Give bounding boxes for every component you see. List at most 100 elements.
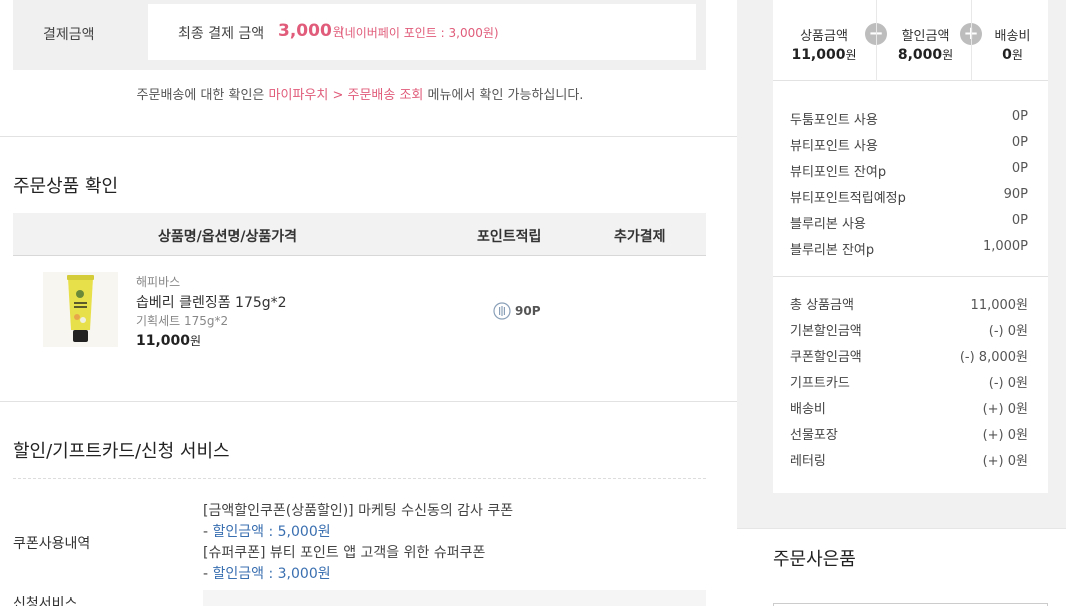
payment-amount-box: 최종 결제 금액 3,000원 (네이버페이 포인트 : 3,000원) (148, 4, 696, 60)
amount-value: 11,000원 (970, 298, 1028, 313)
points-value: 1,000P (982, 239, 1028, 254)
col-header-points: 포인트적립 (477, 229, 542, 245)
order-payment-page: 결제금액 최종 결제 금액 3,000원 (네이버페이 포인트 : 3,000원… (0, 0, 1066, 606)
amount-label: 쿠폰할인금액 (790, 350, 862, 365)
coupon-amount: - 할인금액 : 3,000원 (203, 563, 331, 583)
summary-value: 0원 (985, 46, 1040, 63)
summary-separator (971, 0, 972, 81)
coupon-amount-prefix: - (203, 524, 213, 540)
amount-row: 기본할인금액 (-) 0원 (790, 320, 1028, 340)
product-brand: 해피바스 (136, 275, 181, 289)
amount-value: (-) 8,000원 (959, 350, 1028, 365)
main-column: 결제금액 최종 결제 금액 3,000원 (네이버페이 포인트 : 3,000원… (0, 0, 737, 606)
amount-row: 선물포장 (+) 0원 (790, 424, 1028, 444)
apply-service-strip (203, 590, 706, 606)
order-tracking-link[interactable]: 마이파우치 > 주문배송 조회 (269, 88, 424, 103)
naverpay-point-note: (네이버페이 포인트 : 3,000원) (340, 26, 499, 40)
points-row: 뷰티포인트 잔여p 0P (790, 161, 1028, 181)
amount-row: 쿠폰할인금액 (-) 8,000원 (790, 346, 1028, 366)
points-label: 블루리본 사용 (790, 217, 866, 232)
amount-row: 기프트카드 (-) 0원 (790, 372, 1028, 392)
coupon-amount: - 할인금액 : 5,000원 (203, 521, 331, 541)
amount-value: (-) 0원 (988, 376, 1028, 391)
points-label: 블루리본 잔여p (790, 243, 875, 258)
col-header-product: 상품명/옵션명/상품가격 (158, 229, 298, 245)
points-row: 두툼포인트 사용 0P (790, 109, 1028, 129)
final-payment-amount: 3,000원 (278, 21, 344, 41)
points-label: 뷰티포인트 잔여p (790, 165, 887, 180)
summary-number: 11,000 (791, 47, 846, 63)
amount-row: 배송비 (+) 0원 (790, 398, 1028, 418)
points-row: 뷰티포인트 사용 0P (790, 135, 1028, 155)
points-value: 0P (1011, 213, 1028, 228)
cleansing-foam-tube-image[interactable] (43, 272, 118, 347)
amount-value: (+) 0원 (982, 454, 1028, 469)
gift-section-title: 주문사은품 (773, 549, 856, 570)
final-payment-value: 3,000 (278, 21, 332, 41)
gift-section: 주문사은품 (737, 528, 1066, 606)
delivery-notice: 주문배송에 대한 확인은 마이파우치 > 주문배송 조회 메뉴에서 확인 가능하… (0, 84, 720, 103)
summary-label: 할인금액 (901, 29, 950, 44)
section-divider (0, 136, 737, 137)
points-value: 0P (1011, 135, 1028, 150)
summary-separator (876, 0, 877, 81)
amount-value: (+) 0원 (982, 428, 1028, 443)
summary-value: 8,000원 (888, 46, 963, 63)
coupon-amount-prefix: - (203, 566, 213, 582)
final-payment-label: 최종 결제 금액 (178, 26, 265, 42)
apply-service-label: 신청서비스 (13, 596, 78, 606)
amount-label: 기프트카드 (790, 376, 850, 391)
coupon-name: [슈퍼쿠폰] 뷰티 포인트 앱 고객을 위한 슈퍼쿠폰 (203, 545, 486, 561)
payment-amount-row: 결제금액 최종 결제 금액 3,000원 (네이버페이 포인트 : 3,000원… (13, 0, 706, 70)
won-unit: 원 (942, 48, 954, 62)
summary-product-amount: 상품금액 11,000원 (783, 25, 865, 63)
point-coin-icon (493, 302, 511, 320)
summary-divider (773, 276, 1048, 277)
summary-number: 8,000 (897, 47, 943, 63)
points-label: 뷰티포인트 사용 (790, 139, 878, 154)
section-divider (0, 401, 737, 402)
summary-shipping-fee: 배송비 0원 (985, 25, 1040, 63)
product-point: 90P (493, 302, 541, 320)
amount-label: 총 상품금액 (790, 298, 854, 313)
summary-label: 배송비 (994, 29, 1031, 44)
coupon-amount-value: 할인금액 : 5,000원 (212, 524, 331, 540)
amount-label: 기본할인금액 (790, 324, 862, 339)
points-row: 블루리본 사용 0P (790, 213, 1028, 233)
amount-label: 선물포장 (790, 428, 838, 443)
points-label: 뷰티포인트적립예정p (790, 191, 906, 206)
notice-text-before: 주문배송에 대한 확인은 (136, 88, 269, 103)
summary-value: 11,000원 (783, 46, 865, 63)
amount-value: (+) 0원 (982, 402, 1028, 417)
amount-label: 레터링 (790, 454, 826, 469)
coupon-amount-value: 할인금액 : 3,000원 (212, 566, 331, 582)
summary-card: 상품금액 11,000원 − 할인금액 8,000원 + 배송비 0원 두툼포인… (773, 0, 1048, 493)
amount-row: 레터링 (+) 0원 (790, 450, 1028, 470)
product-point-value: 90P (515, 304, 541, 318)
points-row: 뷰티포인트적립예정p 90P (790, 187, 1028, 207)
points-value: 0P (1011, 161, 1028, 176)
product-name[interactable]: 솝베리 클렌징폼 175g*2 (136, 292, 287, 312)
product-price: 11,000원 (136, 332, 201, 349)
col-header-extra-payment: 추가결제 (614, 229, 666, 245)
points-label: 두툼포인트 사용 (790, 113, 878, 128)
order-items-title: 주문상품 확인 (13, 176, 119, 197)
points-value: 0P (1011, 109, 1028, 124)
amount-row: 총 상품금액 11,000원 (790, 294, 1028, 314)
product-option: 기획세트 175g*2 (136, 314, 229, 328)
summary-discount-amount: 할인금액 8,000원 (888, 25, 963, 63)
coupon-name: [금액할인쿠폰(상품할인)] 마케팅 수신동의 감사 쿠폰 (203, 503, 514, 519)
order-items-table-header: 상품명/옵션명/상품가격 포인트적립 추가결제 (13, 213, 706, 256)
summary-label: 상품금액 (800, 29, 848, 44)
dashed-divider (13, 478, 706, 479)
points-row: 블루리본 잔여p 1,000P (790, 239, 1028, 259)
points-value: 90P (1003, 187, 1028, 202)
summary-number: 0 (1002, 47, 1012, 63)
amount-value: (-) 0원 (988, 324, 1028, 339)
payment-amount-label: 결제금액 (43, 27, 95, 43)
product-price-value: 11,000 (136, 333, 191, 349)
order-summary-panel: 상품금액 11,000원 − 할인금액 8,000원 + 배송비 0원 두툼포인… (737, 0, 1066, 606)
won-unit: 원 (1011, 48, 1023, 62)
coupon-history-label: 쿠폰사용내역 (13, 536, 91, 552)
amount-label: 배송비 (790, 402, 826, 417)
